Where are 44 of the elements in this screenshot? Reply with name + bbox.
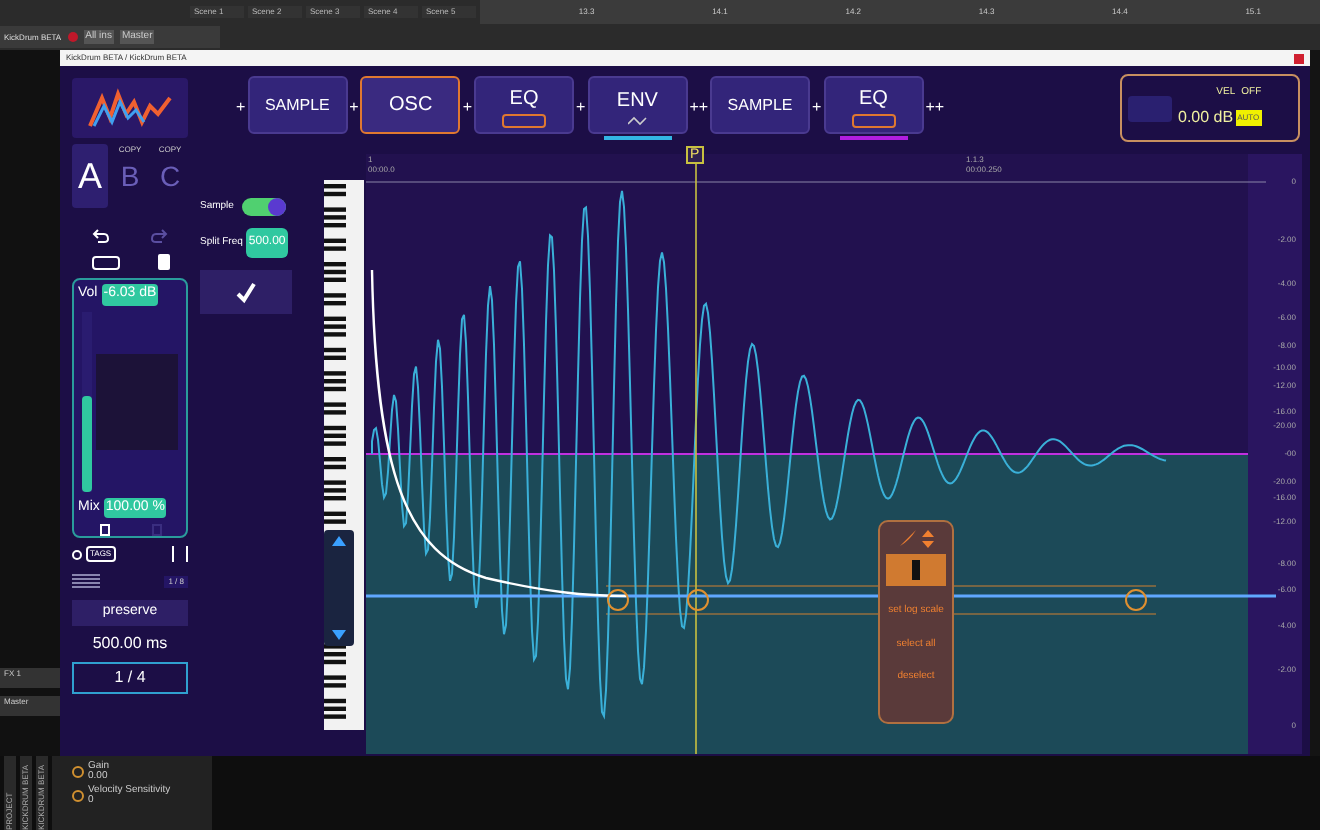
slider-track-area (96, 353, 178, 449)
module-label: ENV (616, 87, 658, 115)
eq-curve-slot[interactable] (851, 113, 896, 127)
add-module-icon[interactable]: ++ (925, 96, 945, 120)
add-module-icon[interactable]: + (236, 96, 246, 120)
logo-icon (86, 86, 174, 130)
module-slot[interactable]: SAMPLE (247, 76, 348, 134)
envelope-icon (627, 115, 648, 125)
redo-icon[interactable] (150, 228, 168, 244)
preset-slot[interactable]: A (72, 144, 108, 208)
module-label: SAMPLE (727, 93, 793, 117)
module-label: EQ (509, 85, 539, 113)
module-label: SAMPLE (264, 93, 330, 117)
add-module-icon[interactable]: + (462, 96, 473, 120)
undo-icon[interactable] (92, 228, 110, 244)
module-slot[interactable]: EQ (474, 76, 575, 134)
add-module-icon[interactable]: ++ (689, 96, 709, 120)
module-slot[interactable]: ENV (587, 76, 688, 134)
copy-icon[interactable] (99, 524, 109, 536)
scroll-control[interactable] (324, 530, 354, 646)
close-button[interactable] (1294, 53, 1304, 63)
checkmark-icon (234, 280, 258, 304)
up-down-icon[interactable] (922, 529, 934, 547)
add-module-icon[interactable]: + (812, 96, 822, 120)
volume-slider-fill[interactable] (82, 395, 92, 491)
volume-slider-track[interactable] (82, 311, 92, 491)
module-label: OSC (389, 92, 433, 120)
add-module-icon[interactable]: + (576, 96, 586, 120)
module-slot[interactable]: SAMPLE (710, 76, 811, 134)
sample-toggle[interactable] (241, 198, 286, 216)
list-icon[interactable] (72, 574, 100, 590)
length-value: 500.00 ms (90, 631, 170, 655)
eq-curve-slot[interactable] (502, 113, 547, 127)
radio-icon[interactable] (72, 549, 82, 559)
module-slot[interactable]: EQ (823, 76, 924, 134)
scale-mode-icon[interactable] (886, 554, 946, 586)
gain-value: 0.00 dB (1178, 105, 1234, 130)
module-slot[interactable]: OSC (360, 76, 461, 134)
module-label: EQ (858, 85, 888, 113)
page-indicator[interactable]: 1 / 4 (72, 661, 188, 693)
up-arrow-icon[interactable] (332, 536, 346, 546)
add-module-icon[interactable]: + (349, 96, 359, 120)
confirm-button[interactable] (200, 270, 292, 314)
down-arrow-icon[interactable] (332, 630, 346, 640)
